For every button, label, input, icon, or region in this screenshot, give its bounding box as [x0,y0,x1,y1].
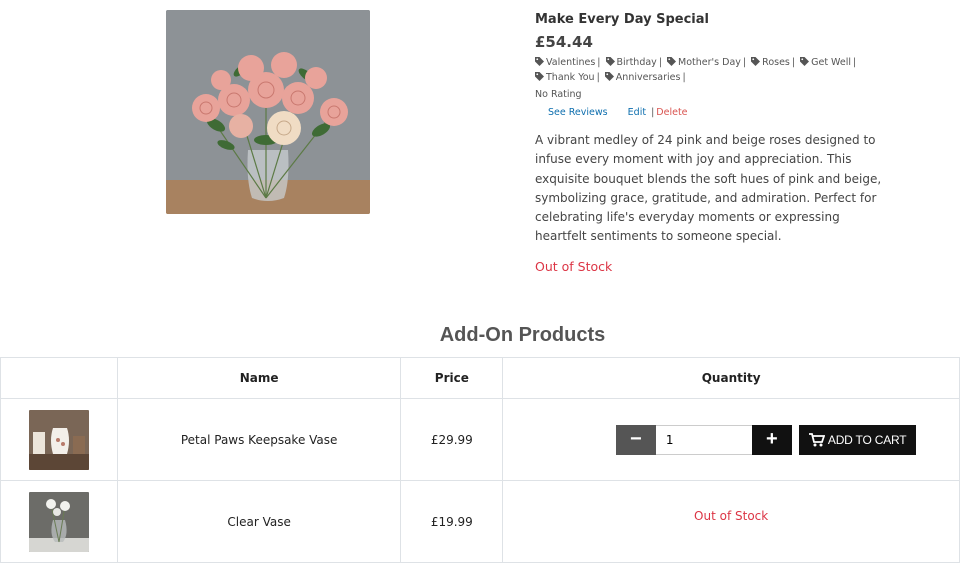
tag-label: Birthday [616,57,657,68]
rating-text: No Rating [535,89,582,100]
addon-thumb-cell [0,480,118,563]
tag-icon [800,57,810,66]
link-divider: | [651,107,655,118]
delete-link[interactable]: Delete [656,107,687,118]
tag-label: Mother's Day [678,57,741,68]
addon-price: £29.99 [400,398,504,481]
header-image [0,357,118,399]
tag-divider: | [853,57,857,68]
addon-thumb-cell [0,398,118,481]
add-to-cart-label: ADD TO CART [827,432,907,447]
addons-title: Add-On Products [439,324,606,346]
cart-icon [808,432,825,446]
tag-divider: | [658,57,663,68]
tag-divider: | [596,72,600,83]
add-to-cart-button[interactable]: ADD TO CART [798,424,917,455]
tag-icon [667,57,677,66]
tag-label: Anniversaries [615,72,681,83]
tag-list: Valentines | Birthday | Mother's Day | Rose… [535,55,875,85]
addons-table: Name Price Quantity Petal Paws Keepsake … [0,357,960,563]
tag-icon [604,72,614,81]
tag-item[interactable]: Mother's Day [667,57,741,68]
increase-quantity-button[interactable]: + [751,424,792,455]
tag-item[interactable]: Anniversaries [604,72,681,83]
header-quantity: Quantity [502,357,960,399]
product-actions: See Reviews Edit | Delete [548,107,895,119]
tag-item[interactable]: Valentines [535,57,595,68]
product-details: Make Every Day Special £54.44 Valentines… [535,12,895,274]
tag-label: Get Well [811,57,852,68]
product-description: A vibrant medley of 24 pink and beige ro… [535,133,882,244]
clear-vase-thumbnail[interactable] [28,491,89,552]
addon-name: Petal Paws Keepsake Vase [116,398,402,481]
tag-item[interactable]: Get Well [800,57,851,68]
tag-icon [535,72,544,81]
product-price: £54.44 [535,33,593,51]
decrease-quantity-button[interactable]: − [615,424,656,455]
product-title: Make Every Day Special [535,12,709,27]
addon-quantity-cell: − + ADD TO CART [502,398,960,481]
tag-divider: | [597,57,601,68]
quantity-control: − + ADD TO CART [574,424,958,455]
tag-divider: | [742,57,747,68]
tag-icon [535,57,544,66]
quantity-input[interactable] [655,424,752,455]
tag-icon [751,57,761,66]
tag-label: Thank You [546,72,595,83]
tag-label: Roses [762,57,790,68]
product-image [166,10,370,214]
tag-label: Valentines [546,57,596,68]
header-name: Name [116,357,402,399]
addon-quantity-cell: Out of Stock [502,480,960,563]
addon-stock-status: Out of Stock [694,508,769,523]
table-header-row: Name Price Quantity [0,357,960,399]
tag-item[interactable]: Birthday [605,57,657,68]
tag-item[interactable]: Thank You [535,72,595,83]
keepsake-vase-thumbnail[interactable] [28,409,89,470]
tag-divider: | [682,72,686,83]
tag-icon [605,57,615,66]
see-reviews-link[interactable]: See Reviews [548,107,608,118]
table-row: Clear Vase £19.99 Out of Stock [0,480,960,563]
rose-bouquet-image [166,10,370,214]
edit-link[interactable]: Edit [628,107,646,118]
header-price: Price [400,357,504,399]
tag-item[interactable]: Roses [751,57,790,68]
table-row: Petal Paws Keepsake Vase £29.99 − + ADD … [0,398,960,481]
addon-price: £19.99 [400,480,504,563]
stock-status: Out of Stock [535,258,613,274]
tag-divider: | [791,57,796,68]
addon-name: Clear Vase [116,480,402,563]
